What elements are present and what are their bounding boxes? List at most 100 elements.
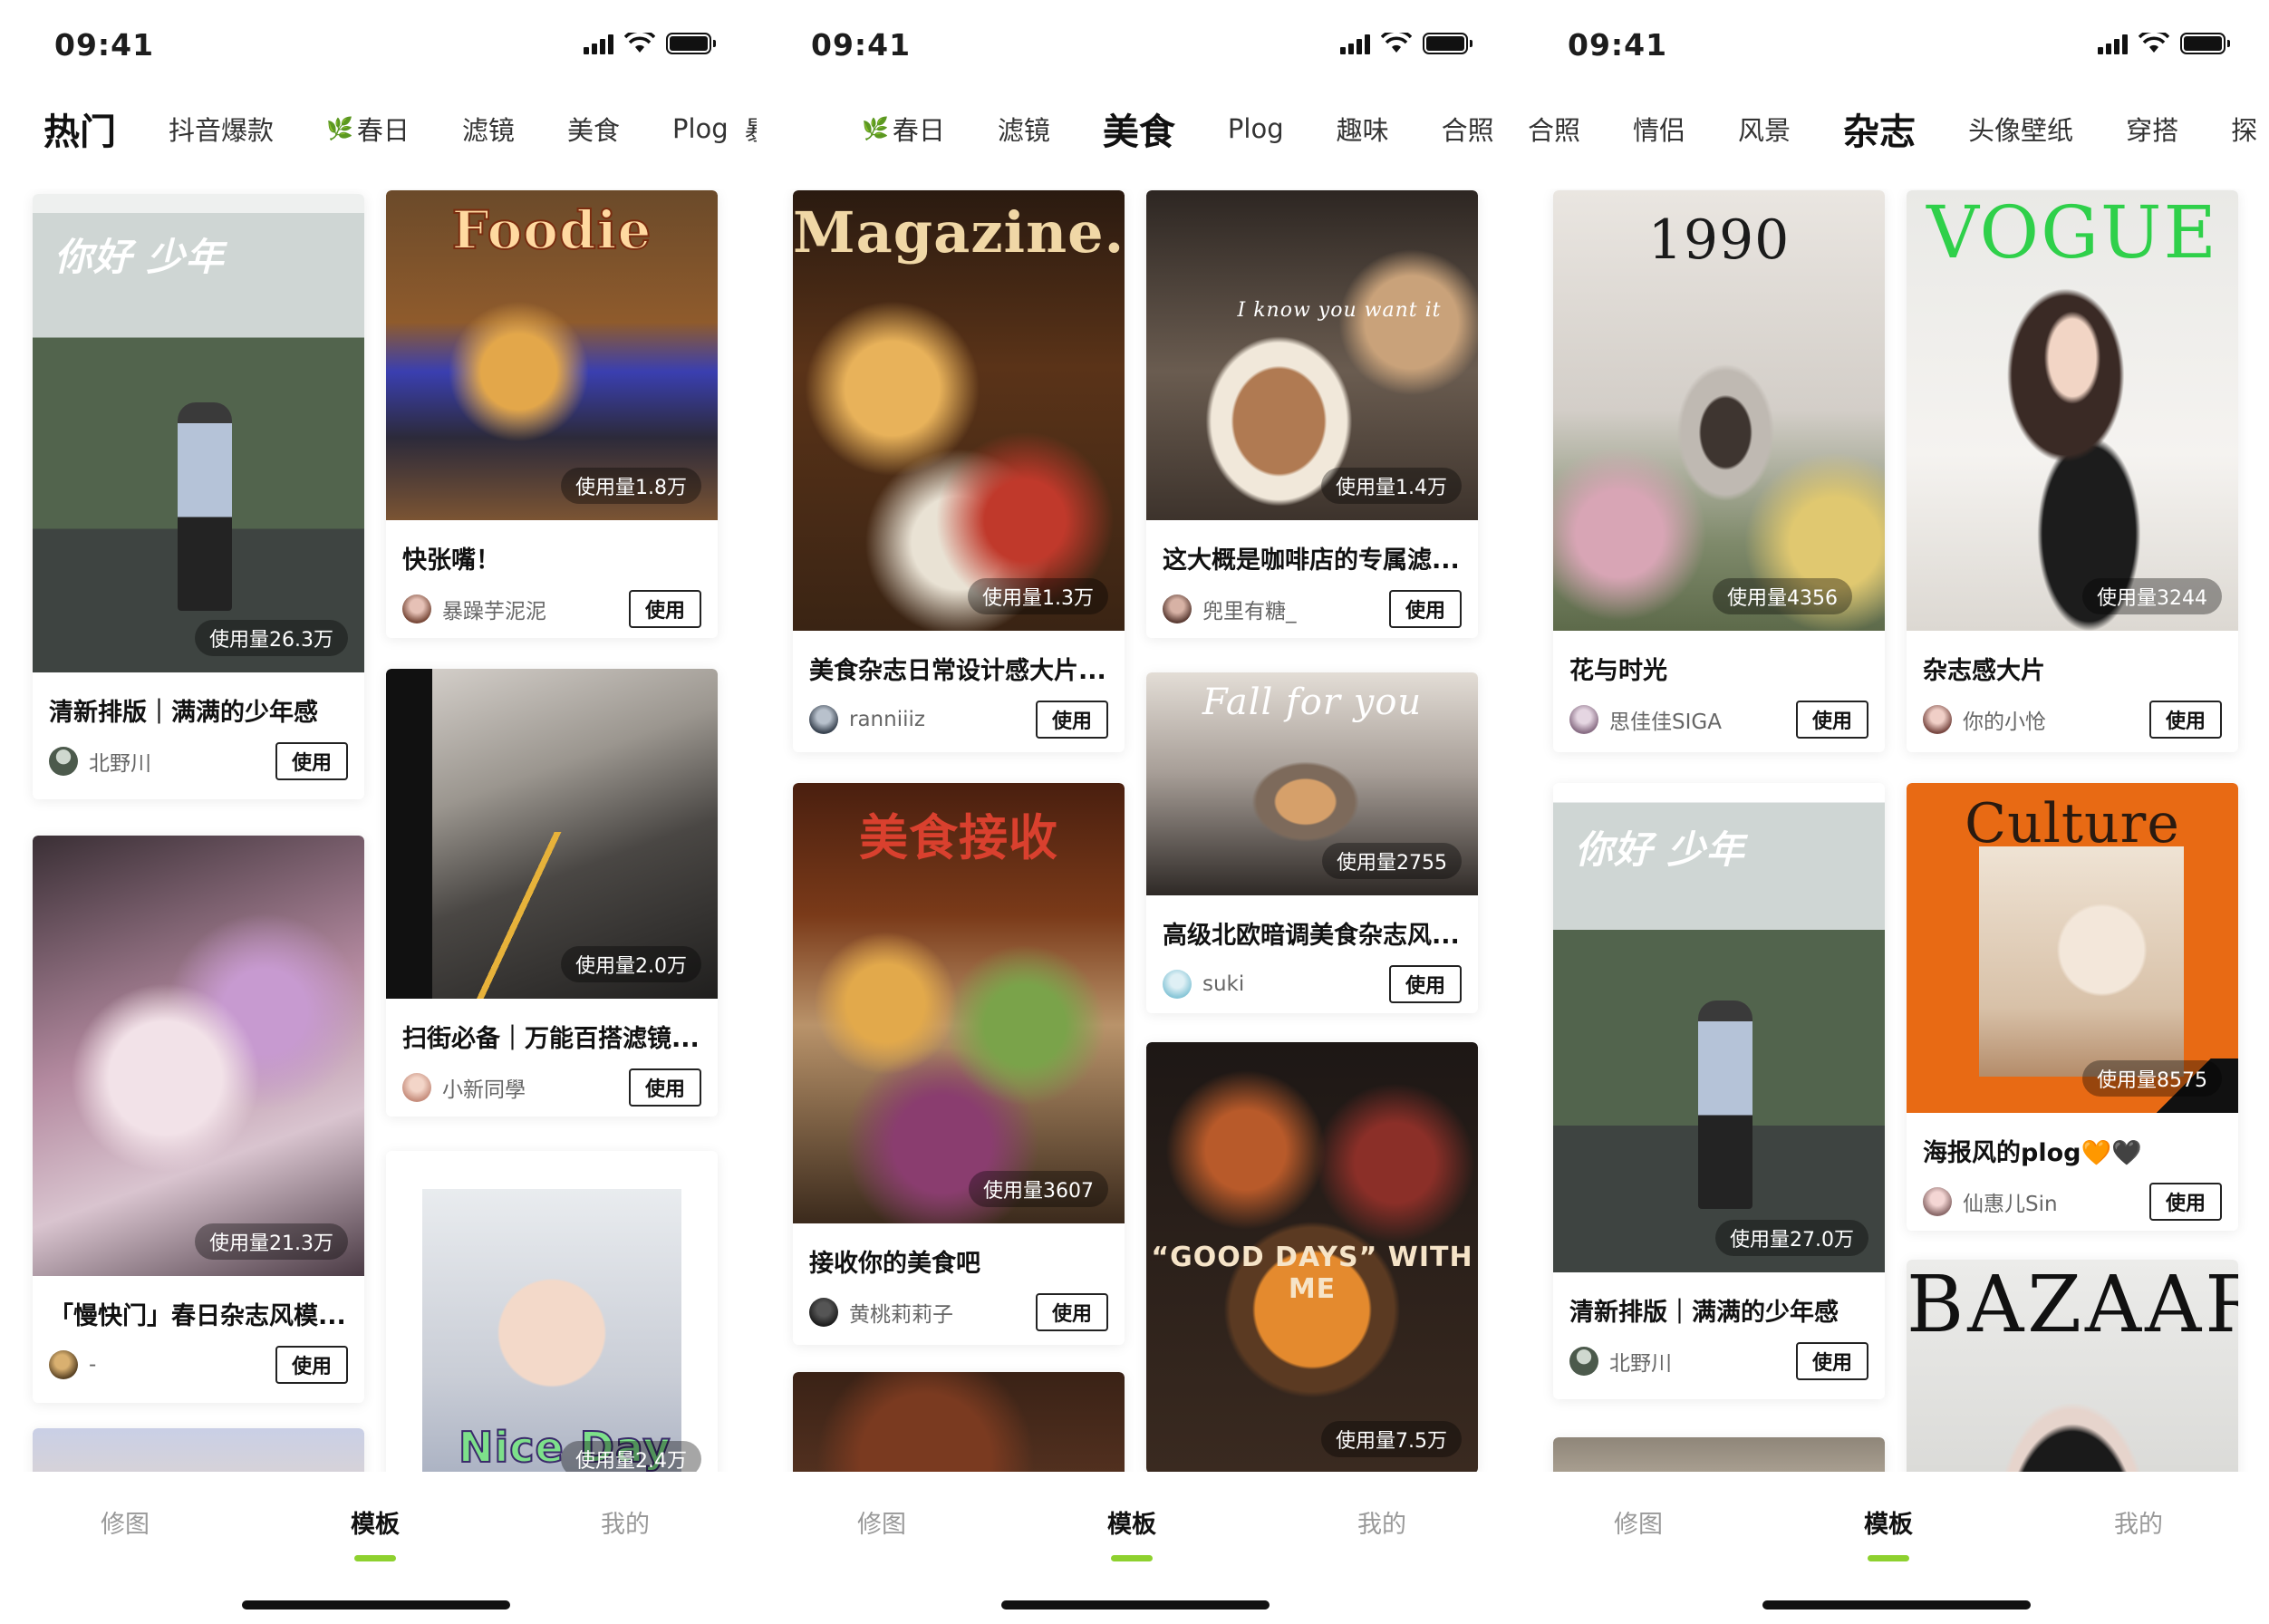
phone-screen-magazine: 09:41 合照 情侣 风景 杂志 头像壁纸 穿搭 探 1990 使用量4356… — [1513, 0, 2269, 1624]
template-card[interactable]: 你好 少年 使用量27.0万 清新排版｜满满的少年感 北野川 使用 — [1553, 783, 1885, 1399]
nav-mine[interactable]: 我的 — [2084, 1504, 2193, 1540]
use-button[interactable]: 使用 — [629, 590, 701, 628]
usage-count: 使用量1.3万 — [968, 578, 1108, 614]
use-button[interactable]: 使用 — [1036, 701, 1108, 739]
tab-trending[interactable]: 暴款 — [745, 110, 757, 148]
tab-plog[interactable]: Plog — [1228, 113, 1284, 144]
nav-edit[interactable]: 修图 — [71, 1504, 179, 1540]
template-card[interactable]: VOGUE 使用量3244 杂志感大片 你的小怆 使用 — [1907, 190, 2238, 752]
nav-templates[interactable]: 模板 — [321, 1504, 430, 1540]
template-thumbnail[interactable]: BAZAAR — [1907, 1260, 2238, 1472]
template-card[interactable]: 使用量2.0万 扫街必备｜万能百搭滤镜... 小新同學 使用 — [386, 669, 718, 1116]
template-thumbnail[interactable]: 使用量21.3万 — [33, 836, 364, 1276]
author-name: 暴躁芋泥泥 — [442, 600, 546, 624]
battery-icon — [2180, 33, 2230, 54]
template-thumbnail[interactable]: 1990 使用量4356 — [1553, 190, 1885, 631]
tab-scenery[interactable]: 风景 — [1738, 110, 1791, 148]
template-thumbnail[interactable] — [33, 1428, 364, 1472]
nav-edit[interactable]: 修图 — [1584, 1504, 1693, 1540]
template-card[interactable]: 1990 使用量4356 花与时光 思佳佳SIGA 使用 — [1553, 190, 1885, 752]
tab-filter[interactable]: 滤镜 — [462, 110, 515, 148]
template-thumbnail[interactable]: Nice Day 使用量2.4万 — [386, 1151, 718, 1472]
template-thumbnail[interactable]: 美食接收 使用量3607 — [793, 783, 1125, 1223]
template-thumbnail[interactable]: Foodie 使用量1.8万 — [386, 190, 718, 520]
template-card[interactable]: Magazine. 使用量1.3万 美食杂志日常设计感大片... ranniii… — [793, 190, 1125, 752]
tab-outfit[interactable]: 穿搭 — [2126, 110, 2178, 148]
template-card[interactable]: 你好 少年 使用量26.3万 清新排版｜满满的少年感 北野川 使用 — [33, 194, 364, 799]
template-thumbnail[interactable]: 使用量2.0万 — [386, 669, 718, 999]
tab-fun[interactable]: 趣味 — [1337, 110, 1389, 148]
phone-screen-food: 09:41 🌿 春日 滤镜 美食 Plog 趣味 合照 Magazine. 使用量… — [757, 0, 1513, 1624]
template-thumbnail[interactable] — [793, 1372, 1125, 1472]
use-button[interactable]: 使用 — [1389, 965, 1462, 1003]
use-button[interactable]: 使用 — [2149, 701, 2222, 739]
template-card[interactable]: Fall for you 使用量2755 高级北欧暗调美食杂志风... suki… — [1146, 672, 1478, 1013]
tab-plog[interactable]: Plog — [672, 113, 729, 144]
active-tab-indicator — [1868, 1555, 1909, 1561]
tab-avatar-wallpaper[interactable]: 头像壁纸 — [1968, 110, 2073, 148]
template-card[interactable] — [33, 1428, 364, 1472]
use-button[interactable]: 使用 — [275, 742, 348, 780]
template-card[interactable]: 美食接收 使用量3607 接收你的美食吧 黄桃莉莉子 使用 — [793, 783, 1125, 1345]
usage-count: 使用量7.5万 — [1321, 1421, 1462, 1457]
tab-group[interactable]: 合照 — [1442, 110, 1494, 148]
template-card[interactable] — [1553, 1437, 1885, 1472]
tab-spring[interactable]: 🌿 春日 — [862, 110, 945, 148]
use-button[interactable]: 使用 — [1389, 590, 1462, 628]
tab-group[interactable]: 合照 — [1528, 110, 1580, 148]
template-thumbnail[interactable]: 你好 少年 使用量26.3万 — [33, 194, 364, 672]
template-thumbnail[interactable]: I know you want it 使用量1.4万 — [1146, 190, 1478, 520]
template-title: 美食杂志日常设计感大片... — [809, 657, 1106, 685]
use-button[interactable]: 使用 — [1796, 701, 1868, 739]
nav-templates[interactable]: 模板 — [1834, 1504, 1943, 1540]
author-name: 思佳佳SIGA — [1609, 710, 1722, 734]
status-bar: 09:41 — [757, 0, 1513, 91]
use-button[interactable]: 使用 — [1796, 1342, 1868, 1380]
tab-hot[interactable]: 热门 — [43, 102, 116, 155]
template-title: 高级北欧暗调美食杂志风... — [1163, 922, 1460, 950]
home-indicator — [1001, 1600, 1270, 1610]
tab-filter[interactable]: 滤镜 — [998, 110, 1050, 148]
template-card[interactable]: Nice Day 使用量2.4万 — [386, 1151, 718, 1472]
nav-mine[interactable]: 我的 — [571, 1504, 680, 1540]
tab-food[interactable]: 美食 — [1103, 102, 1175, 155]
leaf-icon: 🌿 — [862, 116, 889, 141]
tab-couple[interactable]: 情侣 — [1633, 110, 1685, 148]
signal-icon — [2098, 33, 2128, 54]
nav-templates[interactable]: 模板 — [1077, 1504, 1186, 1540]
template-card[interactable]: BAZAAR — [1907, 1260, 2238, 1472]
use-button[interactable]: 使用 — [1036, 1293, 1108, 1331]
template-thumbnail[interactable]: 你好 少年 使用量27.0万 — [1553, 783, 1885, 1272]
signal-icon — [1340, 33, 1370, 54]
usage-count: 使用量1.4万 — [1321, 468, 1462, 504]
template-card[interactable]: Foodie 使用量1.8万 快张嘴！ 暴躁芋泥泥 使用 — [386, 190, 718, 638]
template-thumbnail[interactable]: Culture 使用量8575 — [1907, 783, 2238, 1113]
tab-spring[interactable]: 🌿 春日 — [326, 110, 410, 148]
tab-magazine[interactable]: 杂志 — [1843, 102, 1916, 155]
template-thumbnail[interactable]: VOGUE 使用量3244 — [1907, 190, 2238, 631]
template-card[interactable] — [793, 1372, 1125, 1472]
use-button[interactable]: 使用 — [2149, 1183, 2222, 1221]
template-thumbnail[interactable] — [1553, 1437, 1885, 1472]
bottom-nav: 修图 模板 我的 — [0, 1472, 757, 1571]
use-button[interactable]: 使用 — [629, 1068, 701, 1107]
status-icons — [2098, 33, 2230, 54]
template-card[interactable]: 使用量21.3万 「慢快门」春日杂志风模... - 使用 — [33, 836, 364, 1403]
template-thumbnail[interactable]: “GOOD DAYS” WITH ME 使用量7.5万 — [1146, 1042, 1478, 1472]
tab-food[interactable]: 美食 — [567, 110, 620, 148]
template-card[interactable]: I know you want it 使用量1.4万 这大概是咖啡店的专属滤..… — [1146, 190, 1478, 638]
nav-edit[interactable]: 修图 — [827, 1504, 936, 1540]
template-title: 清新排版｜满满的少年感 — [1569, 1299, 1839, 1327]
tab-explore[interactable]: 探 — [2231, 110, 2257, 148]
use-button[interactable]: 使用 — [275, 1346, 348, 1384]
status-bar: 09:41 — [0, 0, 757, 91]
template-thumbnail[interactable]: Magazine. 使用量1.3万 — [793, 190, 1125, 631]
template-card[interactable]: Culture 使用量8575 海报风的plog🧡🖤 仙惠儿Sin 使用 — [1907, 783, 2238, 1231]
nav-mine[interactable]: 我的 — [1328, 1504, 1436, 1540]
template-thumbnail[interactable]: Fall for you 使用量2755 — [1146, 672, 1478, 895]
usage-count: 使用量8575 — [2082, 1060, 2222, 1097]
usage-count: 使用量21.3万 — [195, 1223, 348, 1260]
template-card[interactable]: “GOOD DAYS” WITH ME 使用量7.5万 — [1146, 1042, 1478, 1472]
tab-douyin[interactable]: 抖音爆款 — [169, 110, 274, 148]
template-title: 清新排版｜满满的少年感 — [49, 699, 318, 727]
